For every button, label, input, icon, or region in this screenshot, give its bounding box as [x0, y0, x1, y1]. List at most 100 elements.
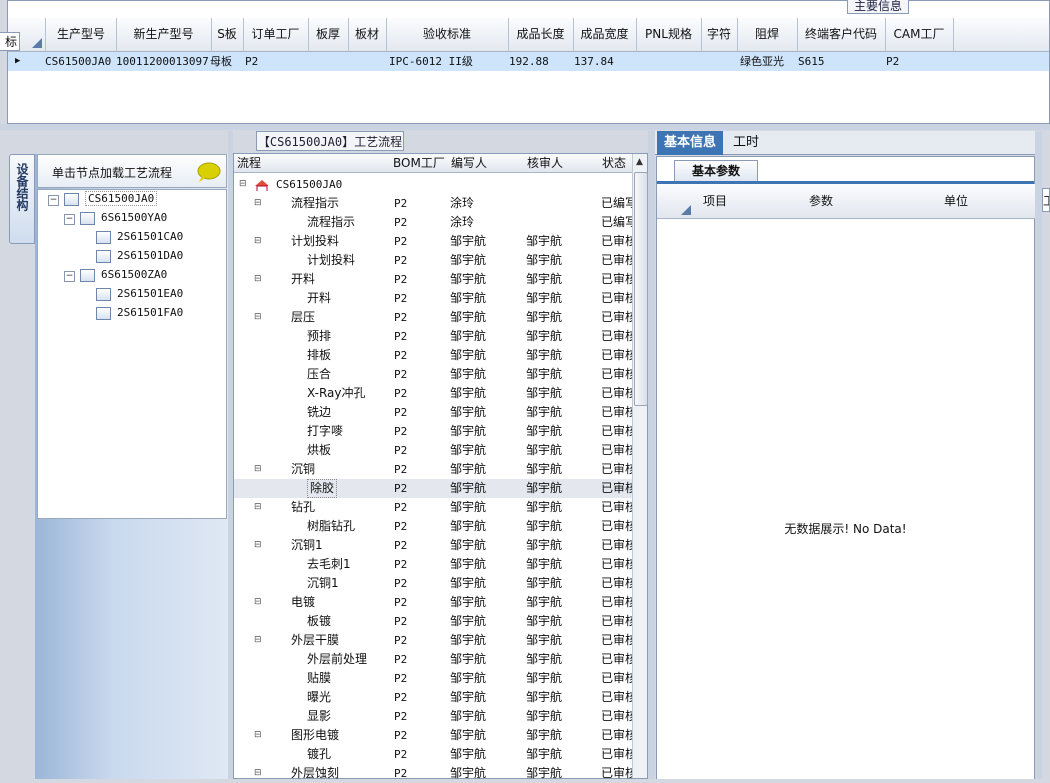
- subtab-basic-params[interactable]: 基本参数: [674, 160, 758, 181]
- process-row[interactable]: 计划投料 P2 邹宇航 邹宇航 已审核: [234, 251, 632, 270]
- process-row[interactable]: 排板 P2 邹宇航 邹宇航 已审核: [234, 346, 632, 365]
- status: 已审核: [601, 595, 632, 609]
- tree-root[interactable]: ⊟ CS61500JA0: [234, 175, 632, 194]
- process-row[interactable]: ⊟ 计划投料 P2 邹宇航 邹宇航 已审核: [234, 232, 632, 251]
- tree-node[interactable]: 6S61500YA0: [80, 209, 167, 227]
- col-header[interactable]: 核审人: [521, 154, 602, 173]
- process-row[interactable]: 去毛刺1 P2 邹宇航 邹宇航 已审核: [234, 555, 632, 574]
- col-header[interactable]: 成品长度: [508, 18, 574, 51]
- process-row[interactable]: 外层前处理 P2 邹宇航 邹宇航 已审核: [234, 650, 632, 669]
- expand-toggle-icon[interactable]: ⊟: [254, 593, 262, 612]
- process-row[interactable]: ⊟ 层压 P2 邹宇航 邹宇航 已审核: [234, 308, 632, 327]
- col-header[interactable]: 流程: [234, 154, 393, 173]
- tab-basic-info[interactable]: 基本信息: [657, 131, 723, 155]
- process-row[interactable]: X-Ray冲孔 P2 邹宇航 邹宇航 已审核: [234, 384, 632, 403]
- right-edge-splitter[interactable]: [1035, 131, 1042, 779]
- col-header[interactable]: 单位: [903, 184, 1007, 219]
- expand-toggle-icon[interactable]: ⊟: [254, 460, 262, 479]
- col-header[interactable]: 字符: [701, 18, 738, 51]
- col-header[interactable]: 项目: [691, 184, 737, 219]
- col-header[interactable]: 生产型号: [46, 18, 117, 51]
- side-label[interactable]: 标示: [0, 32, 20, 51]
- tree-node[interactable]: 2S61501CA0: [96, 228, 183, 246]
- writer: 涂玲: [450, 215, 475, 229]
- expand-toggle-icon[interactable]: ⊟: [254, 308, 262, 327]
- expand-toggle-icon[interactable]: ⊟: [254, 726, 262, 745]
- process-row[interactable]: 显影 P2 邹宇航 邹宇航 已审核: [234, 707, 632, 726]
- process-row[interactable]: ⊟ 图形电镀 P2 邹宇航 邹宇航 已审核: [234, 726, 632, 745]
- scroll-up-icon[interactable]: ▲: [636, 157, 643, 167]
- speech-bubble-icon[interactable]: [196, 162, 222, 185]
- tree-node[interactable]: 6S61500ZA0: [80, 266, 167, 284]
- bom-factory: P2: [394, 387, 408, 400]
- cell: P2: [245, 55, 259, 68]
- col-header[interactable]: 参数: [734, 184, 906, 219]
- process-row[interactable]: 铣边 P2 邹宇航 邹宇航 已审核: [234, 403, 632, 422]
- col-header[interactable]: 成品宽度: [573, 18, 637, 51]
- process-row[interactable]: 流程指示 P2 涂玲 已编写: [234, 213, 632, 232]
- process-row[interactable]: 烘板 P2 邹宇航 邹宇航 已审核: [234, 441, 632, 460]
- horizontal-splitter[interactable]: [0, 124, 1050, 130]
- tree-node[interactable]: 2S61501DA0: [96, 247, 183, 265]
- expand-toggle-icon[interactable]: ⊟: [254, 536, 262, 555]
- process-row[interactable]: 树脂钻孔 P2 邹宇航 邹宇航 已审核: [234, 517, 632, 536]
- process-row[interactable]: 镀孔 P2 邹宇航 邹宇航 已审核: [234, 745, 632, 764]
- vertical-scrollbar[interactable]: ▲: [632, 154, 648, 778]
- process-row[interactable]: 除胶 P2 邹宇航 邹宇航 已审核: [234, 479, 632, 498]
- col-header[interactable]: 编写人: [445, 154, 527, 173]
- tree-node[interactable]: CS61500JA0: [64, 190, 158, 208]
- expand-toggle-icon[interactable]: −: [64, 214, 75, 225]
- col-header[interactable]: S板: [211, 18, 244, 51]
- process-row[interactable]: ⊟ 开料 P2 邹宇航 邹宇航 已审核: [234, 270, 632, 289]
- table-row[interactable]: ▶ CS61500JA0 10011200013097 母板 P2 IPC-60…: [8, 52, 1049, 71]
- process-row[interactable]: 沉铜1 P2 邹宇航 邹宇航 已审核: [234, 574, 632, 593]
- right-side-label[interactable]: 工: [1042, 188, 1050, 212]
- expand-toggle-icon[interactable]: ⊟: [254, 764, 262, 783]
- expand-toggle-icon[interactable]: ⊟: [254, 232, 262, 251]
- expand-toggle-icon[interactable]: −: [48, 195, 59, 206]
- col-header[interactable]: BOM工厂: [390, 154, 448, 173]
- bom-factory: P2: [394, 368, 408, 381]
- process-row[interactable]: 打字嘜 P2 邹宇航 邹宇航 已审核: [234, 422, 632, 441]
- col-header[interactable]: PNL规格: [636, 18, 702, 51]
- col-header[interactable]: 终端客户代码: [797, 18, 886, 51]
- process-row[interactable]: ⊟ 电镀 P2 邹宇航 邹宇航 已审核: [234, 593, 632, 612]
- process-row[interactable]: 板镀 P2 邹宇航 邹宇航 已审核: [234, 612, 632, 631]
- col-header[interactable]: 订单工厂: [243, 18, 309, 51]
- tab-work-hours[interactable]: 工时: [726, 131, 766, 155]
- left-vertical-tab[interactable]: 设备结构: [9, 154, 35, 244]
- writer: 邹宇航: [450, 519, 487, 533]
- process-row[interactable]: 开料 P2 邹宇航 邹宇航 已审核: [234, 289, 632, 308]
- tree-node[interactable]: 2S61501FA0: [96, 304, 183, 322]
- expand-toggle-icon[interactable]: ⊟: [254, 270, 262, 289]
- process-row[interactable]: 曝光 P2 邹宇航 邹宇航 已审核: [234, 688, 632, 707]
- process-row[interactable]: 预排 P2 邹宇航 邹宇航 已审核: [234, 327, 632, 346]
- bom-factory: P2: [394, 558, 408, 571]
- process-row[interactable]: 贴膜 P2 邹宇航 邹宇航 已审核: [234, 669, 632, 688]
- row-header-corner[interactable]: [657, 184, 694, 219]
- col-header[interactable]: CAM工厂: [885, 18, 954, 51]
- process-row[interactable]: ⊟ 沉铜1 P2 邹宇航 邹宇航 已审核: [234, 536, 632, 555]
- process-row[interactable]: ⊟ 沉铜 P2 邹宇航 邹宇航 已审核: [234, 460, 632, 479]
- expand-toggle-icon[interactable]: ⊟: [254, 498, 262, 517]
- bom-factory: P2: [394, 748, 408, 761]
- process-row[interactable]: ⊟ 钻孔 P2 邹宇航 邹宇航 已审核: [234, 498, 632, 517]
- col-header[interactable]: 板材: [348, 18, 387, 51]
- process-row[interactable]: ⊟ 外层干膜 P2 邹宇航 邹宇航 已审核: [234, 631, 632, 650]
- expand-toggle-icon[interactable]: ⊟: [254, 194, 262, 213]
- expand-toggle-icon[interactable]: ⊟: [254, 631, 262, 650]
- tree-node[interactable]: 2S61501EA0: [96, 285, 183, 303]
- vertical-splitter-right[interactable]: [648, 131, 655, 779]
- col-header[interactable]: 新生产型号: [116, 18, 212, 51]
- bom-factory: P2: [394, 235, 408, 248]
- col-header[interactable]: 阻焊: [737, 18, 798, 51]
- col-header[interactable]: 板厚: [308, 18, 349, 51]
- main-info-tab[interactable]: 主要信息: [847, 0, 909, 14]
- expand-toggle-icon[interactable]: −: [64, 271, 75, 282]
- process-row[interactable]: 压合 P2 邹宇航 邹宇航 已审核: [234, 365, 632, 384]
- process-row[interactable]: ⊟ 流程指示 P2 涂玲 已编写: [234, 194, 632, 213]
- writer: 邹宇航: [450, 481, 487, 495]
- scroll-thumb[interactable]: [634, 172, 648, 406]
- col-header[interactable]: 验收标准: [386, 18, 509, 51]
- process-row[interactable]: ⊟ 外层蚀刻 P2 邹宇航 邹宇航 已审核: [234, 764, 632, 783]
